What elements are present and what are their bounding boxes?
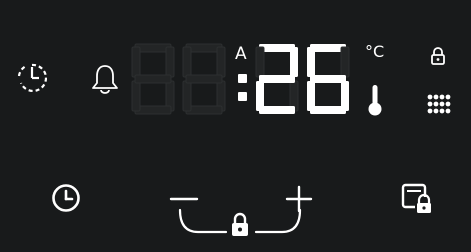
segment-d (259, 106, 295, 114)
segment-e (256, 81, 264, 111)
segment-g (259, 75, 295, 83)
segment-e (307, 81, 315, 111)
segment-f (131, 46, 141, 78)
segment-f (307, 47, 315, 77)
segment-b (165, 46, 175, 78)
auto-cook-icon (17, 62, 47, 94)
child-lock-icon (430, 46, 446, 66)
colon-bottom (238, 92, 247, 101)
segment-g (185, 74, 223, 84)
minus-icon (169, 197, 199, 201)
lock-button[interactable] (230, 212, 250, 238)
segment-f (182, 46, 192, 78)
segment-d (310, 106, 346, 114)
alarm-bell-icon (91, 63, 119, 95)
segment-e (131, 80, 141, 112)
colon-top (238, 74, 247, 83)
clock-button[interactable] (51, 183, 81, 213)
segment-g (134, 74, 172, 84)
thermometer-icon (367, 83, 383, 117)
oven-control-panel: A °C (0, 0, 471, 252)
temperature-unit: °C (365, 42, 385, 61)
segment-g (310, 75, 346, 83)
seven-segment-display (131, 43, 350, 115)
segment-e (182, 80, 192, 112)
digit-4 (307, 44, 350, 114)
mode-letter: A (235, 44, 247, 64)
digit-1 (131, 43, 175, 115)
program-grid-icon (426, 93, 452, 119)
segment-b (290, 47, 298, 77)
segment-b (340, 46, 350, 78)
segment-f (255, 46, 265, 78)
digit-3 (255, 44, 299, 114)
panel-lock-icon (401, 183, 433, 213)
segment-b (216, 46, 226, 78)
minus-button[interactable] (168, 186, 200, 210)
clock-icon (52, 184, 80, 212)
panel-lock-button[interactable] (401, 183, 435, 215)
padlock-icon (232, 212, 248, 236)
digit-2 (182, 43, 226, 115)
